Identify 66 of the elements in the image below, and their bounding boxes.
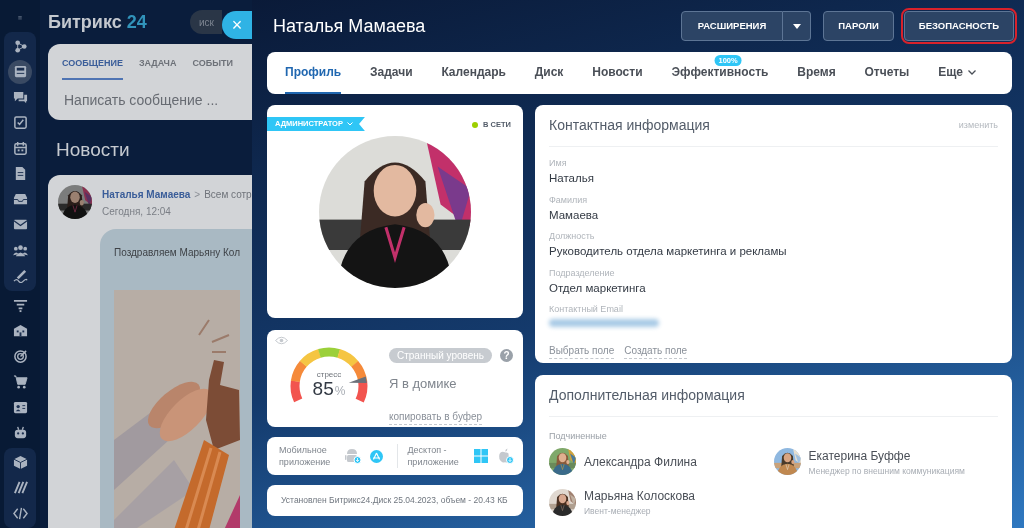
dropdown-button[interactable] <box>783 11 812 41</box>
slashes-icon[interactable] <box>12 480 28 496</box>
status-text: Я в домике <box>389 375 458 393</box>
contact-card-icon[interactable] <box>12 399 28 415</box>
person-name[interactable]: Екатерина Буффе <box>808 446 965 465</box>
chat-icon[interactable] <box>12 89 28 105</box>
header-button[interactable]: БЕЗОПАСНОСТЬ <box>903 11 1014 41</box>
newspaper-icon[interactable] <box>12 64 28 80</box>
field-label: Имя <box>549 157 568 169</box>
recipients: Всем сотр <box>204 188 252 202</box>
people-icon[interactable] <box>12 242 28 258</box>
cube-icon[interactable] <box>12 454 28 470</box>
field-label: Должность <box>549 230 596 242</box>
building-icon[interactable] <box>12 323 28 339</box>
tab[interactable]: Время <box>797 52 836 94</box>
robot-icon[interactable] <box>12 425 28 441</box>
target-icon[interactable] <box>12 348 28 364</box>
selected-highlight[interactable] <box>8 59 32 84</box>
nodes-icon[interactable] <box>12 38 28 54</box>
menu-button[interactable]: РАСШИРЕНИЯ <box>680 11 784 41</box>
field-value: Мамаева <box>549 207 600 223</box>
field-label: Подразделение <box>549 266 616 279</box>
checkbox-icon[interactable] <box>12 115 28 131</box>
tab[interactable]: СООБЩЕНИЕ <box>62 56 123 80</box>
tab[interactable]: Новости <box>592 52 643 94</box>
code-icon[interactable] <box>12 505 28 521</box>
card-title: Дополнительная информация <box>549 386 745 405</box>
logo[interactable]: Битрикс 24 <box>48 8 147 36</box>
funnel-icon[interactable] <box>12 297 28 313</box>
post-time: Сегодня, 12:04 <box>102 205 172 219</box>
tab[interactable]: Задачи <box>370 52 413 94</box>
caret-icon <box>792 23 801 29</box>
header-button[interactable]: ПАРОЛИ <box>823 11 894 41</box>
tab[interactable]: Профиль <box>285 52 342 94</box>
disk-info: Установлен Битрикс24.Диск 25.04.2023, объем - 20.43 КБ <box>281 494 508 507</box>
field-value: Наталья <box>549 171 595 186</box>
signature-icon[interactable] <box>12 268 28 284</box>
person-name[interactable]: Александра Филина <box>584 452 697 471</box>
section-label: Подчиненные <box>549 430 608 443</box>
tab[interactable]: Еще <box>938 52 976 94</box>
field-label: Контактный Email <box>549 303 624 315</box>
tray-icon[interactable] <box>12 191 28 207</box>
author-link[interactable]: Наталья Мамаева <box>102 187 191 202</box>
tab[interactable]: Отчеты <box>864 52 910 94</box>
app-label: Мобильное приложение <box>279 444 332 468</box>
chevron-down-icon <box>346 122 353 126</box>
calendar-icon[interactable] <box>12 140 28 156</box>
person-position: Менеджер по внешним коммуникациям <box>808 464 965 478</box>
person-name[interactable]: Марьяна Колоскова <box>584 487 696 506</box>
post-text: Поздравляем Марьяну Кол <box>114 246 241 260</box>
gauge-caption: стресс <box>316 370 342 379</box>
card-title: Контактная информация <box>549 116 710 135</box>
tab[interactable]: Календарь <box>441 52 506 94</box>
page-heading: Новости <box>55 138 131 162</box>
field-value: Руководитель отдела маркетинга и рекламы <box>549 244 788 259</box>
gauge-unit: % <box>334 383 346 400</box>
field-value: Отдел маркетинга <box>549 280 647 296</box>
field-label: Фамилия <box>549 193 589 206</box>
app-label: Десктоп - приложение <box>407 444 460 468</box>
page-title: Наталья Мамаева <box>273 14 427 38</box>
message-field[interactable]: Написать сообщение ... <box>48 80 252 111</box>
separator-icon: > <box>194 187 201 202</box>
cart-icon[interactable] <box>12 374 28 390</box>
tab[interactable]: Диск <box>534 52 564 94</box>
person-position: Ивент-менеджер <box>584 505 652 518</box>
gauge-value: 85 <box>312 379 334 399</box>
